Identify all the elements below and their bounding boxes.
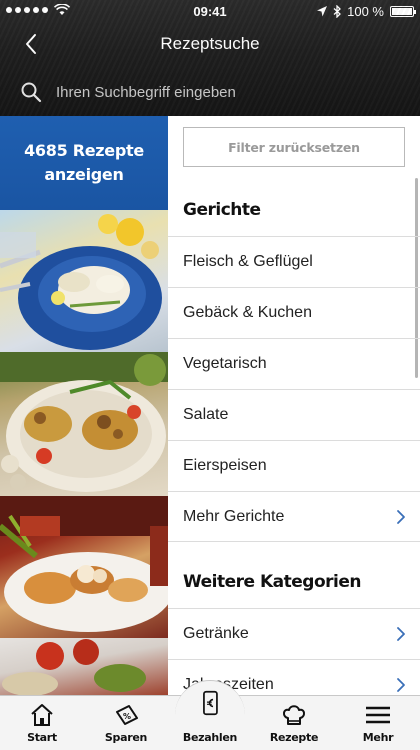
list-item-vegetarisch[interactable]: Vegetarisch: [168, 338, 420, 389]
list-item-label: Gebäck & Kuchen: [183, 304, 312, 321]
list-item-label: Mehr Gerichte: [183, 507, 285, 525]
bluetooth-icon: [333, 5, 342, 18]
section-title-weitere-kategorien: Weitere Kategorien: [183, 572, 361, 592]
tab-bar: Start % Sparen Bezahlen Rezepte Mehr: [0, 680, 420, 750]
coupon-icon: %: [116, 705, 138, 725]
search-input[interactable]: [56, 78, 396, 106]
chevron-right-icon: [397, 678, 405, 692]
chevron-right-icon: [397, 510, 405, 524]
battery-percent: 100 %: [347, 4, 384, 19]
tab-label: Mehr: [362, 731, 394, 744]
tab-label: Start: [27, 731, 57, 744]
food-photo-grilled-vegetables: [0, 638, 168, 695]
food-photo-stuffed-tomatoes: [0, 352, 168, 496]
food-photo-stuffed-squid: [0, 496, 168, 638]
page-title: Rezeptsuche: [160, 34, 260, 53]
search-icon: [21, 82, 42, 103]
location-icon: [317, 6, 328, 17]
home-icon: [31, 704, 53, 726]
tab-label: Bezahlen: [182, 731, 238, 744]
list-item-label: Salate: [183, 406, 229, 423]
tab-label: Rezepte: [269, 731, 319, 744]
food-photo-fish-plate: [0, 210, 168, 352]
image-column: 4685 Rezepte anzeigen: [0, 116, 168, 695]
navigation-bar: Rezeptsuche: [0, 28, 420, 60]
list-item-fleisch-gefluegel[interactable]: Fleisch & Geflügel: [168, 236, 420, 287]
show-recipes-count-label: 4685 Rezepte: [24, 141, 144, 160]
phone-euro-icon: [203, 690, 218, 716]
reset-filter-button[interactable]: Filter zurücksetzen: [183, 127, 405, 167]
section-title-gerichte: Gerichte: [183, 200, 261, 220]
list-item-label: Eierspeisen: [183, 457, 267, 474]
search-bar[interactable]: [0, 72, 420, 112]
tab-rezepte[interactable]: Rezepte: [252, 696, 336, 750]
menu-icon: [366, 706, 390, 724]
filter-panel: Filter zurücksetzen Gerichte Fleisch & G…: [168, 116, 420, 695]
svg-text:%: %: [123, 712, 131, 721]
chevron-right-icon: [397, 627, 405, 641]
list-item-label: Vegetarisch: [183, 355, 267, 372]
show-recipes-button[interactable]: 4685 Rezepte anzeigen: [0, 116, 168, 210]
tab-start[interactable]: Start: [0, 696, 84, 750]
list-item-eierspeisen[interactable]: Eierspeisen: [168, 440, 420, 491]
list-item-salate[interactable]: Salate: [168, 389, 420, 440]
header: 09:41 100 % Rezeptsuche: [0, 0, 420, 116]
list-item-mehr-gerichte[interactable]: Mehr Gerichte: [168, 491, 420, 542]
tab-bezahlen[interactable]: Bezahlen: [168, 690, 252, 750]
list-item-label: Getränke: [183, 625, 249, 642]
status-bar: 09:41 100 %: [0, 0, 420, 22]
list-item-label: Fleisch & Geflügel: [183, 253, 313, 270]
tab-label: Sparen: [104, 731, 148, 744]
show-recipes-action-label: anzeigen: [44, 165, 124, 184]
battery-icon: [390, 6, 416, 17]
chef-hat-icon: [283, 705, 305, 725]
list-item-getraenke[interactable]: Getränke: [168, 608, 420, 659]
tab-sparen[interactable]: % Sparen: [84, 696, 168, 750]
list-item-gebaeck-kuchen[interactable]: Gebäck & Kuchen: [168, 287, 420, 338]
tab-mehr[interactable]: Mehr: [336, 696, 420, 750]
status-right: 100 %: [317, 4, 416, 19]
